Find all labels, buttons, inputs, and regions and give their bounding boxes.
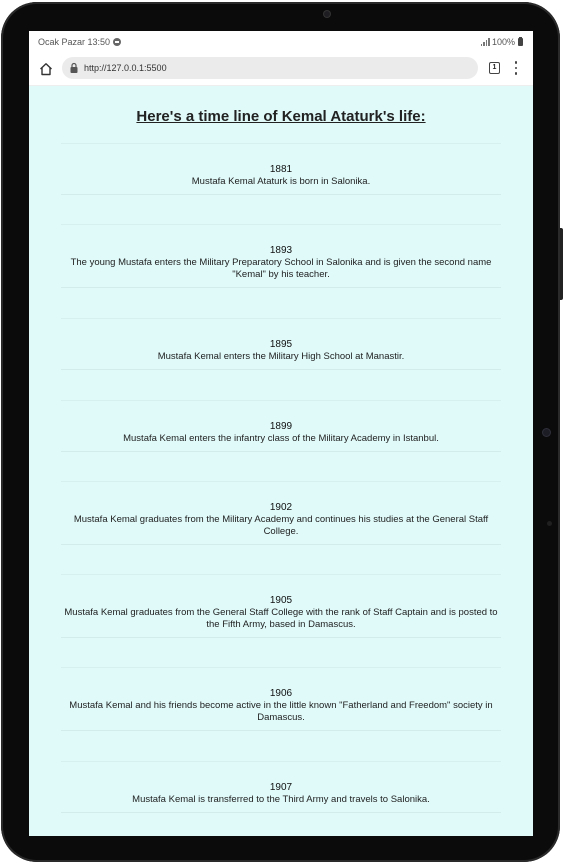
event-year: 1902 <box>269 502 293 513</box>
browser-toolbar: http://127.0.0.1:5500 1 <box>29 53 533 86</box>
tablet-device: Ocak Pazar 13:50 100% http://127.0.0.1:5… <box>0 0 563 864</box>
event-description: Mustafa Kemal graduates from the General… <box>64 607 498 630</box>
event-year: 1899 <box>269 421 293 432</box>
status-date-time: Ocak Pazar 13:50 <box>38 37 111 47</box>
event-description: Mustafa Kemal enters the Military High S… <box>157 351 405 362</box>
timeline-entry: 1906 Mustafa Kemal and his friends becom… <box>61 667 501 731</box>
status-bar: Ocak Pazar 13:50 100% <box>29 31 533 53</box>
event-year: 1881 <box>269 164 293 175</box>
event-description: Mustafa Kemal Ataturk is born in Salonik… <box>191 176 371 187</box>
event-description: Mustafa Kemal and his friends become act… <box>69 700 493 723</box>
lock-icon <box>70 62 78 73</box>
message-notification-icon <box>113 38 122 46</box>
event-description: Mustafa Kemal enters the infantry class … <box>123 433 439 444</box>
timeline-entry: 1895 Mustafa Kemal enters the Military H… <box>61 318 501 370</box>
tab-switcher-button[interactable]: 1 <box>489 62 500 74</box>
home-icon[interactable] <box>39 62 53 76</box>
url-text: http://127.0.0.1:5500 <box>84 63 167 73</box>
timeline-entry: 1893 The young Mustafa enters the Milita… <box>61 224 501 288</box>
event-description: Mustafa Kemal graduates from the Militar… <box>73 514 489 537</box>
event-year: 1905 <box>269 595 293 606</box>
side-dot <box>547 521 552 526</box>
event-year: 1895 <box>269 339 293 350</box>
event-description: The young Mustafa enters the Military Pr… <box>70 257 492 280</box>
timeline-entry: 1905 Mustafa Kemal graduates from the Ge… <box>61 574 501 638</box>
more-menu-icon[interactable] <box>514 61 518 75</box>
address-bar[interactable]: http://127.0.0.1:5500 <box>62 57 478 79</box>
front-camera <box>324 11 330 17</box>
timeline-entry: 1902 Mustafa Kemal graduates from the Mi… <box>61 481 501 545</box>
battery-icon <box>518 37 523 46</box>
event-year: 1906 <box>269 688 293 699</box>
page-title: Here's a time line of Kemal Ataturk's li… <box>136 108 426 125</box>
side-sensor <box>543 429 550 436</box>
timeline-entry: 1881 Mustafa Kemal Ataturk is born in Sa… <box>61 143 501 195</box>
event-year: 1893 <box>269 245 293 256</box>
event-description: Mustafa Kemal is transferred to the Thir… <box>132 794 430 805</box>
timeline-entry: 1907 Mustafa Kemal is transferred to the… <box>61 761 501 813</box>
event-year: 1907 <box>269 782 293 793</box>
battery-percentage: 100% <box>491 37 515 47</box>
screen: Ocak Pazar 13:50 100% http://127.0.0.1:5… <box>29 31 533 836</box>
timeline-entry: 1899 Mustafa Kemal enters the infantry c… <box>61 400 501 452</box>
signal-icon <box>480 38 490 46</box>
page-content: Here's a time line of Kemal Ataturk's li… <box>29 86 533 836</box>
